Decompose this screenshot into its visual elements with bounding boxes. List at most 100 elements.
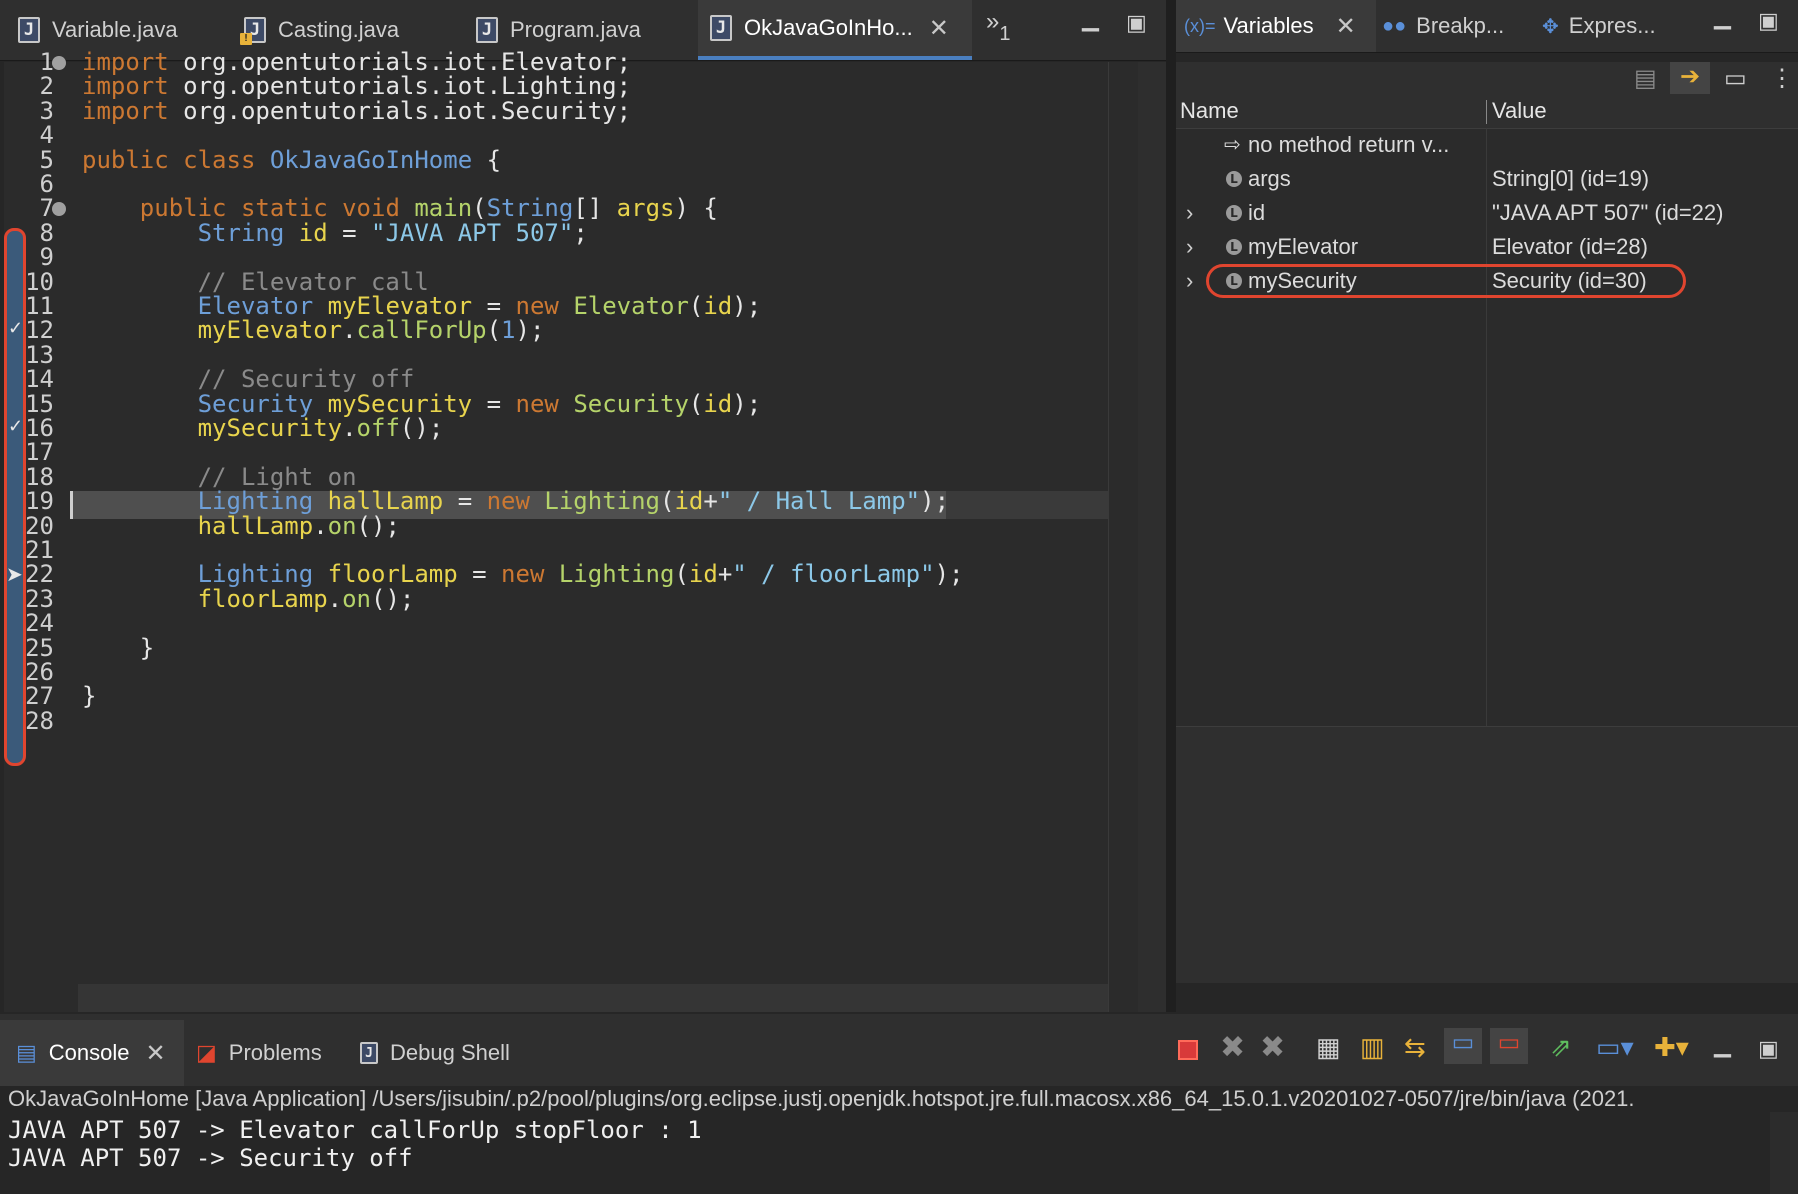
tab-overflow[interactable]: » 1 <box>986 0 1026 60</box>
java-file-icon: J <box>476 17 498 43</box>
remove-launch-icon[interactable]: ✖ <box>1220 1030 1245 1065</box>
tab-problems[interactable]: ◪ Problems <box>196 1020 346 1086</box>
minimize-icon[interactable]: ▁ <box>1082 6 1099 32</box>
fold-collapse-icon[interactable] <box>52 202 66 216</box>
variable-row-id[interactable]: › L id "JAVA APT 507" (id=22) <box>1176 196 1798 230</box>
highlight-annotation <box>1206 264 1686 298</box>
console-vertical-scrollbar[interactable] <box>1770 1112 1798 1194</box>
tab-debug-shell[interactable]: J Debug Shell <box>360 1020 540 1086</box>
expand-chevron-icon[interactable]: › <box>1186 234 1193 260</box>
java-file-warning-icon: J <box>240 17 266 45</box>
console-icon: ▤ <box>16 1040 37 1065</box>
variable-name: no method return v... <box>1248 132 1450 157</box>
debug-shell-icon: J <box>360 1042 378 1064</box>
tab-label: Problems <box>228 1040 322 1065</box>
scroll-lock-icon[interactable]: ▥ <box>1360 1032 1385 1063</box>
fold-collapse-icon[interactable] <box>52 56 66 70</box>
tab-label: Variables <box>1223 13 1314 38</box>
local-variable-icon: L <box>1226 171 1242 187</box>
column-divider[interactable] <box>1486 100 1487 124</box>
layout-icon[interactable]: ▭ <box>1724 64 1747 93</box>
tab-expressions[interactable]: ✥ Expres... <box>1542 0 1692 52</box>
show-logical-structure-icon[interactable]: ➔ <box>1670 62 1710 98</box>
expand-chevron-icon[interactable]: › <box>1186 268 1193 294</box>
java-file-icon: J <box>18 17 40 43</box>
variable-row-args[interactable]: L args String[0] (id=19) <box>1176 162 1798 196</box>
tab-label: Debug Shell <box>390 1040 510 1065</box>
clear-console-icon[interactable]: ▦ <box>1316 1032 1341 1063</box>
expressions-icon: ✥ <box>1542 15 1559 38</box>
column-header-name[interactable]: Name <box>1180 98 1239 124</box>
tab-label: Expres... <box>1568 13 1656 38</box>
variable-name: id <box>1248 200 1266 225</box>
breakpoints-icon: ●● <box>1382 14 1407 37</box>
variable-row-myelevator[interactable]: › L myElevator Elevator (id=28) <box>1176 230 1798 264</box>
line-number: 28 <box>25 706 54 735</box>
code-line[interactable]: } <box>82 634 154 662</box>
java-file-icon: J <box>710 15 732 41</box>
code-line[interactable]: myElevator.callForUp(1); <box>82 316 545 344</box>
tab-label: Console <box>48 1040 130 1065</box>
sash-vertical[interactable] <box>1166 0 1176 1012</box>
local-variable-icon: L <box>1226 239 1242 255</box>
tab-label: Program.java <box>510 17 641 42</box>
variables-view: ▤ ➔ ▭ ⋮ Name Value ⇨ no method return v.… <box>1176 62 1798 983</box>
word-wrap-icon[interactable]: ⇆ <box>1404 1032 1426 1063</box>
overflow-chevron-icon: » <box>986 8 1000 35</box>
close-tab-icon[interactable]: ✕ <box>146 1039 166 1068</box>
show-on-output-icon[interactable]: ▭ <box>1444 1028 1482 1064</box>
close-tab-icon[interactable]: ✕ <box>929 14 949 43</box>
collapse-all-icon[interactable]: ▤ <box>1634 64 1657 93</box>
minimize-icon[interactable]: ▁ <box>1714 1032 1731 1058</box>
variable-value: "JAVA APT 507" (id=22) <box>1492 200 1724 225</box>
tab-variables[interactable]: (x)= Variables ✕ <box>1176 0 1376 52</box>
pin-console-icon[interactable]: ⇗ <box>1550 1032 1572 1063</box>
code-line[interactable]: mySecurity.off(); <box>82 414 444 442</box>
overflow-count: 1 <box>999 22 1011 45</box>
code-line[interactable]: } <box>82 682 96 710</box>
variable-row-return[interactable]: ⇨ no method return v... <box>1176 128 1798 162</box>
tab-console[interactable]: ▤ Console ✕ <box>0 1020 184 1086</box>
variables-table-header: Name Value <box>1176 94 1798 129</box>
local-variable-icon: L <box>1226 205 1242 221</box>
horizontal-scrollbar[interactable] <box>78 984 1112 1012</box>
code-line[interactable]: import org.opentutorials.iot.Security; <box>82 97 631 125</box>
tab-breakpoints[interactable]: ●● Breakp... <box>1382 0 1532 52</box>
tab-okjavagoinhome-java[interactable]: J OkJavaGoInHo... ✕ <box>698 0 972 60</box>
code-line[interactable]: String id = "JAVA APT 507"; <box>82 219 588 247</box>
variable-value: String[0] (id=19) <box>1492 166 1650 191</box>
variable-name: args <box>1248 166 1291 191</box>
return-arrow-icon: ⇨ <box>1224 134 1241 156</box>
display-console-icon[interactable]: ▭▾ <box>1596 1032 1634 1063</box>
variable-name: myElevator <box>1248 234 1359 259</box>
maximize-icon[interactable]: ▣ <box>1758 8 1779 34</box>
view-tab-bar: (x)= Variables ✕ ●● Breakp... ✥ Expres..… <box>1176 0 1798 53</box>
view-menu-icon[interactable]: ⋮ <box>1770 64 1794 93</box>
open-console-icon[interactable]: ✚▾ <box>1654 1032 1689 1063</box>
maximize-icon[interactable]: ▣ <box>1758 1036 1779 1062</box>
code-text[interactable]: import org.opentutorials.iot.Elevator; im… <box>82 48 1142 962</box>
view-toolbar: ▤ ➔ ▭ ⋮ <box>1176 62 1798 98</box>
close-tab-icon[interactable]: ✕ <box>1336 12 1356 41</box>
terminate-icon[interactable] <box>1178 1040 1198 1060</box>
show-on-error-icon[interactable]: ▭ <box>1490 1028 1528 1064</box>
expand-chevron-icon[interactable]: › <box>1186 200 1193 226</box>
code-line[interactable]: floorLamp.on(); <box>82 585 415 613</box>
code-line[interactable]: hallLamp.on(); <box>82 512 400 540</box>
code-line[interactable]: public class OkJavaGoInHome { <box>82 146 501 174</box>
column-header-value[interactable]: Value <box>1492 98 1547 124</box>
variable-value: Elevator (id=28) <box>1492 234 1648 259</box>
variables-icon: (x)= <box>1184 15 1216 36</box>
console-line: JAVA APT 507 -> Security off <box>8 1144 413 1172</box>
variable-detail-pane[interactable] <box>1176 726 1798 983</box>
tab-label: Variable.java <box>52 17 178 42</box>
tab-label: OkJavaGoInHo... <box>744 15 913 40</box>
minimize-icon[interactable]: ▁ <box>1714 4 1731 30</box>
code-editor[interactable]: ✓ ✓ ➤ 1 2 3 4 5 6 7 8 9 10 11 12 13 14 15 16 17 18 19 20 21 2… <box>4 48 1164 1012</box>
console-header: OkJavaGoInHome [Java Application] /Users… <box>8 1086 1635 1111</box>
remove-all-terminated-icon[interactable]: ✖ <box>1260 1030 1285 1065</box>
maximize-icon[interactable]: ▣ <box>1126 10 1147 36</box>
console-tab-bar: ▤ Console ✕ ◪ Problems J Debug Shell ✖ ✖… <box>0 1014 1798 1087</box>
tab-label: Casting.java <box>278 17 400 42</box>
console-output[interactable]: OkJavaGoInHome [Java Application] /Users… <box>0 1086 1798 1194</box>
